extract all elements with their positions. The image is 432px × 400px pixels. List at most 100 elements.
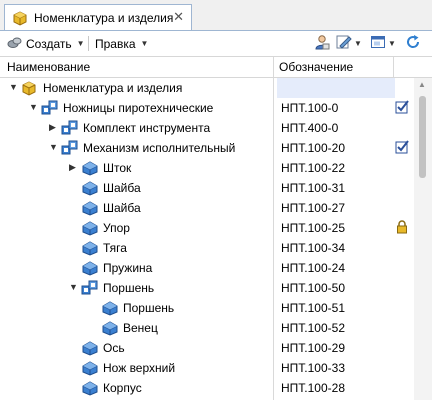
tree-row[interactable]: Упор НПТ.100-25 <box>0 218 414 238</box>
chevron-down-icon: ▼ <box>354 39 362 48</box>
part-icon <box>81 260 99 279</box>
assembly-icon <box>61 120 79 139</box>
row-name: Шайба <box>103 181 141 195</box>
row-code: НПТ.100-50 <box>281 281 345 295</box>
part-icon <box>81 180 99 199</box>
row-name: Нож верхний <box>103 361 176 375</box>
scroll-up-icon[interactable]: ▲ <box>418 80 426 89</box>
assembly-icon <box>61 140 79 159</box>
row-name: Шайба <box>103 201 141 215</box>
checkbox-checked-icon[interactable] <box>395 140 409 157</box>
checkbox-checked-icon[interactable] <box>395 100 409 117</box>
toolbar-separator <box>88 36 89 51</box>
row-code: НПТ.100-0 <box>281 101 339 115</box>
create-button[interactable]: Создать ▼ <box>7 35 85 52</box>
tree-row[interactable]: ▶ Комплект инструмента НПТ.400-0 <box>0 118 414 138</box>
column-divider[interactable] <box>273 57 274 77</box>
expand-arrow-icon[interactable]: ▶ <box>49 122 58 134</box>
tree-row[interactable]: Пружина НПТ.100-24 <box>0 258 414 278</box>
chevron-down-icon: ▼ <box>388 39 396 48</box>
pencil-icon <box>336 34 352 53</box>
tree-row[interactable]: ▶ Шток НПТ.100-22 <box>0 158 414 178</box>
row-code: НПТ.100-34 <box>281 241 345 255</box>
part-icon <box>81 240 99 259</box>
part-icon <box>81 380 99 399</box>
tree-grid: ▼ Номенклатура и изделия ▼ Ножницы пиротехн… <box>0 78 414 400</box>
assembly-icon <box>41 100 59 119</box>
view-button[interactable]: ▼ <box>370 35 396 52</box>
column-divider[interactable] <box>393 57 394 77</box>
row-code: НПТ.100-27 <box>281 201 345 215</box>
tree-row[interactable]: Тяга НПТ.100-34 <box>0 238 414 258</box>
row-name: Номенклатура и изделия <box>43 81 183 95</box>
row-name: Поршень <box>123 301 175 315</box>
row-code: НПТ.100-24 <box>281 261 345 275</box>
tree-row[interactable]: ▼ Номенклатура и изделия <box>0 78 414 98</box>
row-name: Корпус <box>103 381 142 395</box>
expand-arrow-icon[interactable]: ▶ <box>69 162 78 174</box>
lock-icon <box>395 220 409 237</box>
part-icon <box>81 200 99 219</box>
product-icon <box>21 80 37 99</box>
tree-row[interactable]: Корпус НПТ.100-28 <box>0 378 414 398</box>
close-icon[interactable]: ✕ <box>173 9 184 25</box>
tree-row[interactable]: Поршень НПТ.100-51 <box>0 298 414 318</box>
row-name: Комплект инструмента <box>83 121 211 135</box>
toolbar: Создать ▼ Правка ▼ ▼ ▼ <box>0 31 432 57</box>
refresh-icon <box>405 34 421 53</box>
tree-row[interactable]: ▼ Механизм исполнительный НПТ.100-20 <box>0 138 414 158</box>
part-icon <box>81 160 99 179</box>
refresh-button[interactable] <box>405 35 421 52</box>
row-name: Упор <box>103 221 130 235</box>
part-icon <box>101 300 119 319</box>
tree-row[interactable]: Нож верхний НПТ.100-33 <box>0 358 414 378</box>
column-code-header[interactable]: Обозначение <box>279 60 353 74</box>
edit-label: Правка <box>95 36 136 51</box>
chevron-down-icon: ▼ <box>140 39 149 48</box>
edit-properties-button[interactable]: ▼ <box>336 35 362 52</box>
tab-strip: Номенклатура и изделия ✕ <box>0 0 432 31</box>
tab-title: Номенклатура и изделия <box>34 11 174 25</box>
tree-row[interactable]: Шайба НПТ.100-31 <box>0 178 414 198</box>
row-name: Венец <box>123 321 158 335</box>
chevron-down-icon: ▼ <box>76 39 85 48</box>
row-name: Пружина <box>103 261 153 275</box>
row-code: НПТ.100-33 <box>281 361 345 375</box>
row-code: НПТ.100-20 <box>281 141 345 155</box>
row-name: Механизм исполнительный <box>83 141 236 155</box>
row-code: НПТ.100-52 <box>281 321 345 335</box>
part-icon <box>81 340 99 359</box>
part-icon <box>101 320 119 339</box>
row-code: НПТ.100-31 <box>281 181 345 195</box>
user-filter-button[interactable] <box>314 35 330 52</box>
collapse-arrow-icon[interactable]: ▼ <box>49 142 58 154</box>
row-code: НПТ.100-25 <box>281 221 345 235</box>
row-code: НПТ.400-0 <box>281 121 339 135</box>
row-code: НПТ.100-29 <box>281 341 345 355</box>
collapse-arrow-icon[interactable]: ▼ <box>29 102 38 114</box>
vertical-scrollbar[interactable]: ▲ <box>414 78 432 400</box>
column-name-header[interactable]: Наименование <box>7 60 90 74</box>
part-icon <box>81 220 99 239</box>
row-code: НПТ.100-28 <box>281 381 345 395</box>
tree-row[interactable]: Шайба НПТ.100-27 <box>0 198 414 218</box>
create-label: Создать <box>26 36 72 51</box>
tree-row[interactable]: Венец НПТ.100-52 <box>0 318 414 338</box>
tree-row[interactable]: ▼ Поршень НПТ.100-50 <box>0 278 414 298</box>
collapse-arrow-icon[interactable]: ▼ <box>69 282 78 294</box>
scrollbar-thumb[interactable] <box>419 96 426 178</box>
create-icon <box>7 35 23 52</box>
column-divider <box>273 78 274 400</box>
row-code: НПТ.100-51 <box>281 301 345 315</box>
column-header: Наименование Обозначение <box>0 57 432 78</box>
collapse-arrow-icon[interactable]: ▼ <box>9 82 18 94</box>
tab-nomenclature[interactable]: Номенклатура и изделия ✕ <box>4 4 192 30</box>
edit-button[interactable]: Правка ▼ <box>95 35 148 52</box>
row-name: Ось <box>103 341 125 355</box>
user-icon <box>314 34 330 53</box>
row-name: Шток <box>103 161 132 175</box>
tree-row[interactable]: ▼ Ножницы пиротехнические НПТ.100-0 <box>0 98 414 118</box>
row-name: Поршень <box>103 281 155 295</box>
tree-row[interactable]: Ось НПТ.100-29 <box>0 338 414 358</box>
part-icon <box>81 360 99 379</box>
